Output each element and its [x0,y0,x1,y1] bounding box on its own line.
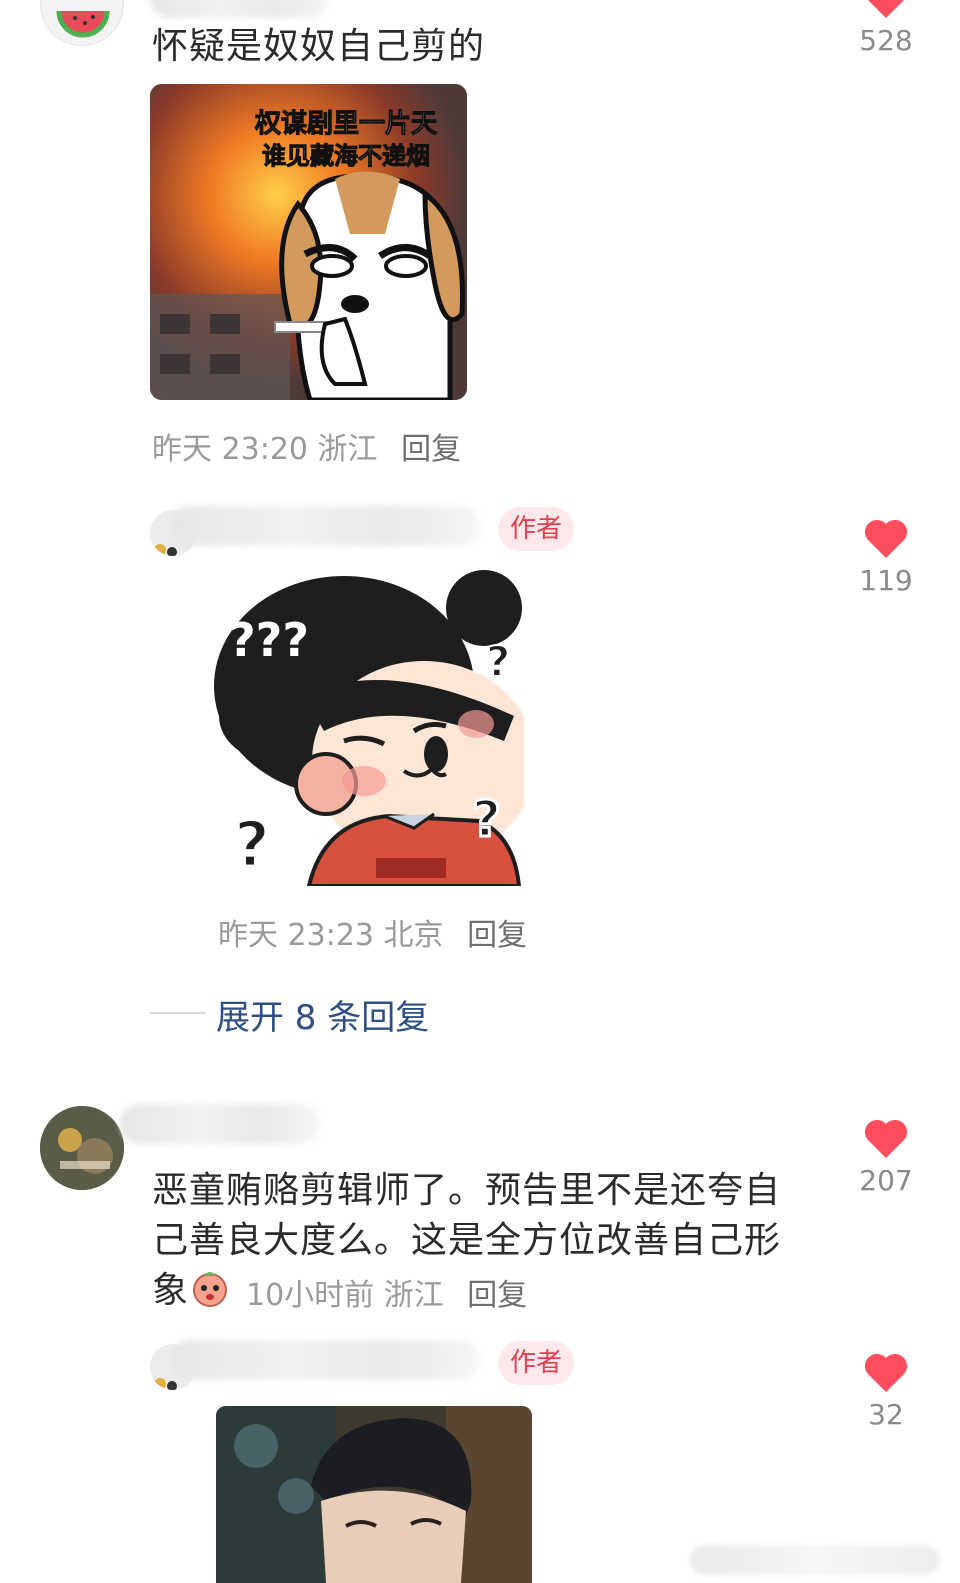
heart-icon [868,0,904,18]
like-count: 32 [868,1398,904,1431]
comment-image-photo[interactable] [216,1406,532,1583]
like-button[interactable]: 32 [846,1350,926,1431]
comment-location: 浙江 [383,1278,444,1313]
username-blurred[interactable] [150,0,330,18]
reply-button[interactable]: 回复 [467,1278,527,1313]
avatar[interactable] [40,1106,124,1190]
comment-image-meme[interactable]: 权谋剧里一片天 谁见藏海不递烟 [150,84,467,400]
reply-button[interactable]: 回复 [401,432,461,467]
watermark-blurred [690,1545,940,1575]
question-marks: ??? [229,613,309,667]
avatar-image [40,1106,124,1190]
meme-dog-smoking-image: 权谋剧里一片天 谁见藏海不递烟 [150,84,467,400]
reply-button[interactable]: 回复 [467,918,527,953]
like-button[interactable]: 207 [846,1116,926,1197]
author-badge: 作者 [498,1341,575,1385]
meme-caption-line2: 谁见藏海不递烟 [262,142,430,170]
like-count: 207 [859,1164,913,1197]
comment-meta: 昨天 23:20 浙江 回复 [152,424,461,468]
comment-time: 10小时前 [246,1278,375,1313]
heart-icon [864,1119,908,1158]
comment-time: 昨天 23:23 [218,918,374,953]
heart-icon [864,1353,908,1392]
heart-icon [864,519,908,558]
comment-meta: 昨天 23:23 北京 回复 [218,910,527,954]
like-count: 119 [859,564,913,597]
comment-sticker[interactable]: ??? ? ? ? [214,566,536,888]
question-mark: ? [234,808,270,881]
question-mark: ? [472,790,501,848]
username-blurred[interactable] [170,1340,480,1380]
like-count: 528 [859,24,913,57]
comment-location: 北京 [383,918,444,953]
watermelon-icon [56,10,110,38]
username-blurred[interactable] [120,1104,320,1144]
meme-caption-line1: 权谋剧里一片天 [254,109,437,139]
sticker-confused-character: ??? ? ? ? [214,570,536,888]
divider [150,1012,206,1014]
comment-text: 怀疑是奴奴自己剪的 [152,26,486,67]
avatar[interactable] [40,0,124,46]
expand-replies-link[interactable]: 展开 8 条回复 [216,990,429,1039]
comment-location: 浙江 [317,432,378,467]
emoji-sticker-icon [190,1268,230,1308]
photo-person-image [216,1406,532,1583]
like-button[interactable]: 528 [846,0,926,57]
like-button[interactable]: 119 [846,516,926,597]
question-mark: ? [486,637,510,686]
comment-time: 昨天 23:20 [152,432,308,467]
comment-meta: 10小时前 浙江 回复 [246,1270,527,1314]
username-blurred[interactable] [170,506,480,546]
author-badge: 作者 [498,507,575,551]
